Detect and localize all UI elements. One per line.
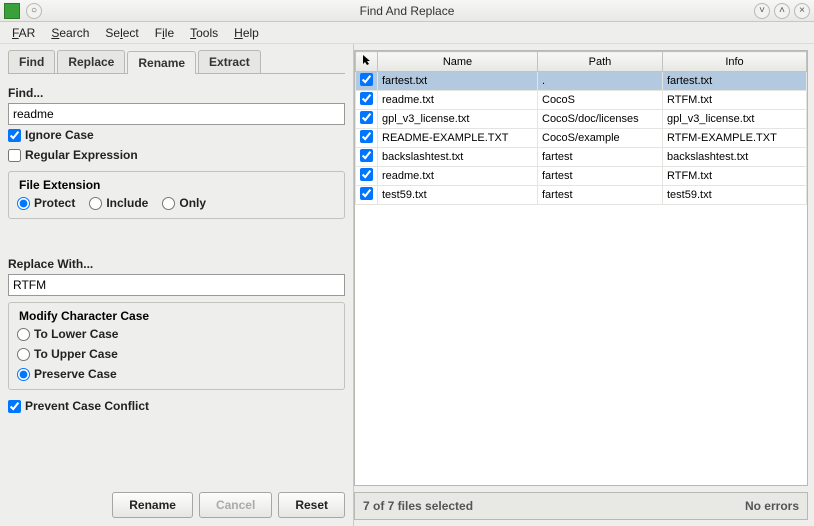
minimize-button[interactable]: ˅: [754, 3, 770, 19]
cell-name: readme.txt: [378, 167, 538, 186]
tab-replace[interactable]: Replace: [57, 50, 125, 73]
cell-name: test59.txt: [378, 186, 538, 205]
replace-label: Replace With...: [8, 257, 345, 271]
col-path[interactable]: Path: [538, 52, 663, 72]
table-row[interactable]: fartest.txt.fartest.txt: [356, 72, 807, 91]
find-label: Find...: [8, 86, 345, 100]
menu-help[interactable]: Help: [228, 24, 265, 42]
cell-name: readme.txt: [378, 91, 538, 110]
case-lower-radio[interactable]: To Lower Case: [17, 327, 336, 341]
cell-path: CocoS/example: [538, 129, 663, 148]
button-row: Rename Cancel Reset: [8, 486, 345, 520]
cell-name: backslashtest.txt: [378, 148, 538, 167]
left-panel: Find Replace Rename Extract Find... Igno…: [0, 44, 354, 526]
case-upper-radio[interactable]: To Upper Case: [17, 347, 336, 361]
menu-far[interactable]: FAR: [6, 24, 41, 42]
cell-path: .: [538, 72, 663, 91]
cell-path: fartest: [538, 148, 663, 167]
row-checkbox-cell[interactable]: [356, 186, 378, 205]
row-checkbox[interactable]: [360, 187, 373, 200]
file-table[interactable]: Name Path Info fartest.txt.fartest.txtre…: [354, 50, 808, 486]
row-checkbox[interactable]: [360, 130, 373, 143]
ext-only-radio[interactable]: Only: [162, 196, 206, 210]
row-checkbox[interactable]: [360, 111, 373, 124]
menu-search[interactable]: Search: [45, 24, 95, 42]
status-left: 7 of 7 files selected: [363, 499, 473, 513]
file-extension-group: File Extension Protect Include Only: [8, 171, 345, 219]
table-row[interactable]: README-EXAMPLE.TXTCocoS/exampleRTFM-EXAM…: [356, 129, 807, 148]
menu-select[interactable]: Select: [99, 24, 144, 42]
cursor-icon: [361, 54, 373, 66]
cell-info: backslashtest.txt: [663, 148, 807, 167]
status-right: No errors: [745, 499, 799, 513]
find-input[interactable]: [8, 103, 345, 125]
row-checkbox-cell[interactable]: [356, 72, 378, 91]
cell-info: RTFM-EXAMPLE.TXT: [663, 129, 807, 148]
cell-name: README-EXAMPLE.TXT: [378, 129, 538, 148]
row-checkbox-cell[interactable]: [356, 91, 378, 110]
row-checkbox-cell[interactable]: [356, 148, 378, 167]
cell-info: RTFM.txt: [663, 91, 807, 110]
cell-info: fartest.txt: [663, 72, 807, 91]
regex-checkbox[interactable]: Regular Expression: [8, 148, 345, 162]
ext-protect-radio[interactable]: Protect: [17, 196, 75, 210]
row-checkbox[interactable]: [360, 149, 373, 162]
close-button[interactable]: ×: [794, 3, 810, 19]
rename-button[interactable]: Rename: [112, 492, 193, 518]
status-bar: 7 of 7 files selected No errors: [354, 492, 808, 520]
menu-icon[interactable]: ○: [26, 3, 42, 19]
menu-file[interactable]: File: [149, 24, 180, 42]
replace-input[interactable]: [8, 274, 345, 296]
row-checkbox-cell[interactable]: [356, 129, 378, 148]
cell-path: fartest: [538, 186, 663, 205]
reset-button[interactable]: Reset: [278, 492, 345, 518]
col-name[interactable]: Name: [378, 52, 538, 72]
case-preserve-radio[interactable]: Preserve Case: [17, 367, 336, 381]
row-checkbox[interactable]: [360, 168, 373, 181]
row-checkbox-cell[interactable]: [356, 110, 378, 129]
cell-info: RTFM.txt: [663, 167, 807, 186]
cell-path: CocoS/doc/licenses: [538, 110, 663, 129]
cell-name: fartest.txt: [378, 72, 538, 91]
table-row[interactable]: backslashtest.txtfartestbackslashtest.tx…: [356, 148, 807, 167]
prevent-conflict-checkbox[interactable]: Prevent Case Conflict: [8, 399, 345, 413]
row-checkbox[interactable]: [360, 92, 373, 105]
ignore-case-checkbox[interactable]: Ignore Case: [8, 128, 345, 142]
window-title: Find And Replace: [360, 4, 455, 18]
cell-info: test59.txt: [663, 186, 807, 205]
modify-case-group: Modify Character Case To Lower Case To U…: [8, 302, 345, 390]
tabs: Find Replace Rename Extract: [8, 50, 345, 74]
table-row[interactable]: gpl_v3_license.txtCocoS/doc/licensesgpl_…: [356, 110, 807, 129]
cancel-button: Cancel: [199, 492, 272, 518]
tab-rename[interactable]: Rename: [127, 51, 196, 74]
menubar: FAR Search Select File Tools Help: [0, 22, 814, 44]
table-row[interactable]: readme.txtCocoSRTFM.txt: [356, 91, 807, 110]
cell-info: gpl_v3_license.txt: [663, 110, 807, 129]
select-all-header[interactable]: [356, 52, 378, 72]
titlebar: ○ Find And Replace ˅ ˄ ×: [0, 0, 814, 22]
app-icon: [4, 3, 20, 19]
right-panel: Name Path Info fartest.txt.fartest.txtre…: [354, 44, 814, 526]
menu-tools[interactable]: Tools: [184, 24, 224, 42]
cell-name: gpl_v3_license.txt: [378, 110, 538, 129]
row-checkbox[interactable]: [360, 73, 373, 86]
ext-include-radio[interactable]: Include: [89, 196, 148, 210]
cell-path: CocoS: [538, 91, 663, 110]
maximize-button[interactable]: ˄: [774, 3, 790, 19]
row-checkbox-cell[interactable]: [356, 167, 378, 186]
table-row[interactable]: readme.txtfartestRTFM.txt: [356, 167, 807, 186]
cell-path: fartest: [538, 167, 663, 186]
tab-extract[interactable]: Extract: [198, 50, 261, 73]
tab-find[interactable]: Find: [8, 50, 55, 73]
col-info[interactable]: Info: [663, 52, 807, 72]
table-row[interactable]: test59.txtfartesttest59.txt: [356, 186, 807, 205]
